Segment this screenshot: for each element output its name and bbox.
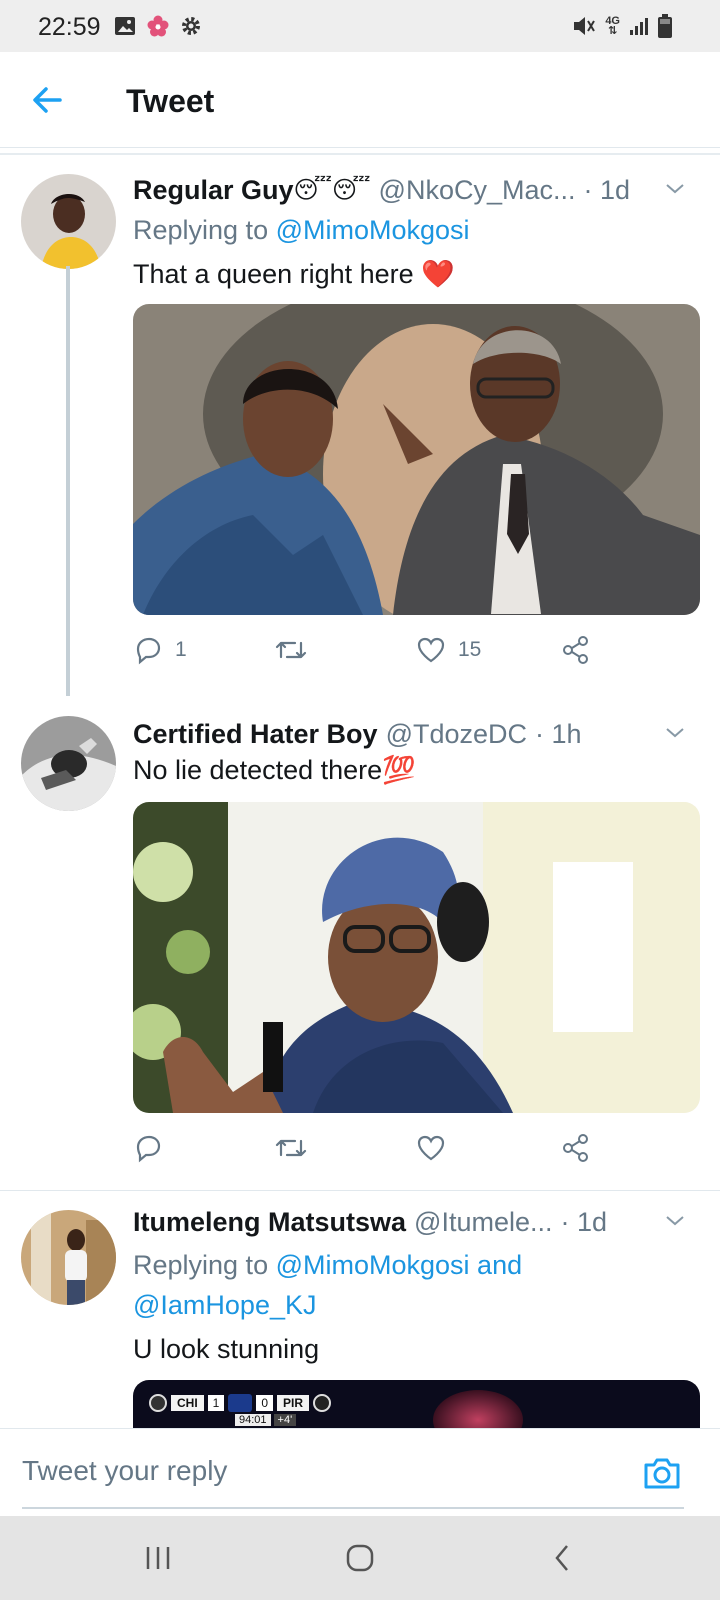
- added-time: +4': [273, 1414, 297, 1426]
- tweet-item[interactable]: Regular Guy 😴😴 @NkoCy_Mac... · 1d Replyi…: [0, 174, 720, 696]
- away-score: 0: [256, 1395, 274, 1411]
- replying-to: Replying to @MimoMokgosi: [133, 210, 470, 250]
- mute-icon: [574, 17, 596, 35]
- status-icons-right: 4G ⇅: [572, 14, 672, 38]
- recents-icon: [146, 1547, 170, 1569]
- like-button[interactable]: [416, 1128, 458, 1168]
- display-name[interactable]: Itumeleng Matsutswa: [133, 1210, 406, 1238]
- tweet-actions: [133, 1128, 700, 1168]
- reply-button[interactable]: [133, 1128, 175, 1168]
- mention-link[interactable]: @MimoMokgosi: [276, 215, 470, 245]
- tweet-header: Regular Guy 😴😴 @NkoCy_Mac... · 1d: [133, 170, 693, 210]
- stage-light: [433, 1390, 523, 1428]
- tweet-text: U look stunning: [133, 1334, 320, 1364]
- mention-link[interactable]: @IamHope_KJ: [133, 1290, 317, 1320]
- like-button[interactable]: 15: [416, 630, 481, 670]
- network-label: 4G: [605, 15, 620, 27]
- display-name[interactable]: Regular Guy: [133, 175, 294, 206]
- app-header: Tweet: [0, 52, 720, 148]
- home-icon: [346, 1544, 374, 1572]
- reply-icon: [136, 1135, 161, 1163]
- retweet-button[interactable]: [274, 630, 320, 670]
- reply-composer: Tweet your reply: [0, 1428, 720, 1516]
- retweet-icon: [275, 1139, 307, 1157]
- tweet-actions: 1 15: [133, 630, 700, 670]
- battery-icon: [658, 14, 672, 38]
- share-button[interactable]: [561, 630, 591, 670]
- header-divider: [0, 153, 720, 155]
- replying-prefix: Replying to: [133, 1250, 269, 1280]
- camera-icon: [644, 1458, 680, 1489]
- tweet-item[interactable]: Itumeleng Matsutswa @Itumele... · 1d Rep…: [0, 1210, 720, 1428]
- signal-icon: [630, 18, 648, 35]
- tweet-header: Certified Hater Boy @TdozeDC · 1h: [133, 714, 693, 754]
- reply-input[interactable]: Tweet your reply: [22, 1455, 227, 1487]
- back-button[interactable]: [30, 84, 66, 116]
- tweet-item[interactable]: Certified Hater Boy @TdozeDC · 1h No lie…: [0, 716, 720, 1188]
- recents-button[interactable]: [136, 1536, 180, 1580]
- replying-prefix: Replying to: [133, 215, 269, 245]
- timestamp: · 1d: [583, 174, 631, 205]
- scoreboard: CHI 1 0 PIR: [149, 1394, 332, 1412]
- avatar[interactable]: [21, 1210, 116, 1305]
- mention-link[interactable]: @MimoMokgosi and: [276, 1250, 523, 1280]
- retweet-button[interactable]: [274, 1128, 320, 1168]
- gallery-icon: [115, 17, 135, 35]
- handle: @NkoCy_Mac...: [378, 174, 576, 205]
- share-button[interactable]: [561, 1128, 591, 1168]
- system-nav-bar: [0, 1516, 720, 1600]
- timestamp: · 1h: [535, 718, 582, 749]
- home-team: CHI: [171, 1395, 204, 1411]
- back-arrow-icon: [33, 87, 62, 113]
- heart-icon: [417, 637, 445, 663]
- reply-icon: [136, 637, 161, 665]
- handle: @TdozeDC: [385, 718, 528, 749]
- page-title: Tweet: [126, 83, 215, 119]
- chevron-down-icon[interactable]: [663, 1210, 687, 1232]
- reply-input-underline: [22, 1507, 684, 1509]
- clock-time: 94:01: [235, 1414, 271, 1426]
- chevron-down-icon[interactable]: [663, 176, 687, 200]
- avatar[interactable]: [21, 716, 116, 811]
- replying-to-continued: @IamHope_KJ: [133, 1285, 317, 1325]
- camera-button[interactable]: [642, 1455, 682, 1491]
- avatar[interactable]: [21, 174, 116, 269]
- tweet-image[interactable]: CHI 1 0 PIR 94:01 +4': [133, 1380, 700, 1428]
- share-icon: [563, 1134, 588, 1162]
- timestamp: · 1d: [560, 1210, 608, 1237]
- retweet-icon: [275, 641, 307, 659]
- chevron-down-icon[interactable]: [663, 720, 687, 744]
- team-badge-icon: [313, 1394, 332, 1412]
- tweet-text: No lie detected there💯: [133, 755, 416, 785]
- tweet-header: Itumeleng Matsutswa @Itumele... · 1d: [133, 1210, 693, 1242]
- status-icons-left: [114, 14, 202, 38]
- handle: @Itumele...: [414, 1210, 553, 1237]
- 4g-icon: 4G ⇅: [605, 15, 620, 37]
- reply-count: 1: [175, 638, 187, 661]
- match-clock: 94:01 +4': [235, 1414, 297, 1426]
- home-button[interactable]: [338, 1536, 382, 1580]
- status-bar: 22:59 4G ⇅: [0, 0, 720, 52]
- back-nav-button[interactable]: [540, 1536, 584, 1580]
- chevron-left-icon: [555, 1545, 568, 1571]
- thread-line: [66, 266, 70, 696]
- replying-to: Replying to @MimoMokgosi and: [133, 1245, 522, 1285]
- league-logo-icon: [228, 1394, 253, 1412]
- name-emoji: 😴😴: [293, 176, 371, 204]
- tweet-divider: [0, 1190, 720, 1191]
- away-team: PIR: [277, 1395, 310, 1411]
- tweet-image[interactable]: [133, 304, 700, 615]
- heart-icon: [417, 1135, 445, 1161]
- tweet-text: That a queen right here ❤️: [133, 259, 455, 289]
- status-time: 22:59: [38, 13, 101, 41]
- flower-icon: [147, 15, 169, 37]
- like-count: 15: [458, 638, 482, 661]
- gear-icon: [182, 17, 200, 35]
- home-score: 1: [207, 1395, 225, 1411]
- display-name[interactable]: Certified Hater Boy: [133, 719, 378, 750]
- share-icon: [563, 636, 588, 664]
- reply-button[interactable]: 1: [133, 630, 187, 670]
- team-badge-icon: [149, 1394, 167, 1412]
- tweet-image[interactable]: [133, 802, 700, 1113]
